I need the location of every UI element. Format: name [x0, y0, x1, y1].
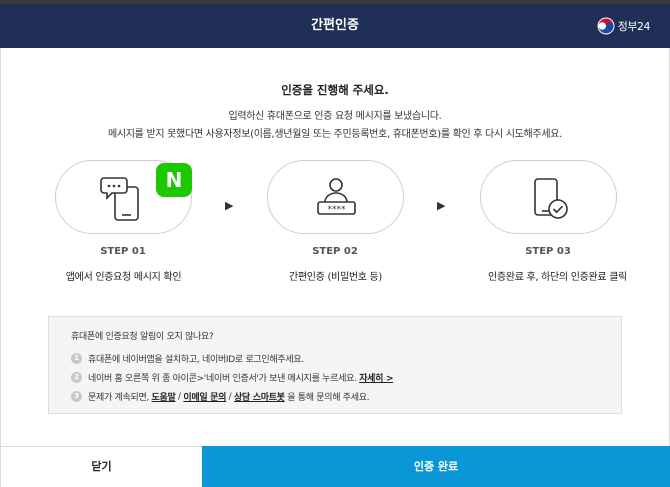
step-2-card: ****	[267, 160, 404, 234]
number-badge: 1	[71, 353, 82, 364]
help-notice-box: 휴대폰에 인증요청 알림이 오지 않나요? 1 휴대폰에 네이버앱을 설치하고,…	[48, 316, 622, 414]
close-button[interactable]: 닫기	[0, 446, 202, 487]
details-link[interactable]: 자세히 >	[359, 371, 393, 384]
notice-item-3: 3 문제가 계속되면, 도움말 / 이메일 문의 / 상담 스마트봇 을 통해 …	[71, 390, 370, 403]
taeguk-icon	[597, 17, 615, 35]
user-password-icon: ****	[317, 178, 356, 215]
step-3-caption: 인증완료 후, 하단의 인증완료 클릭	[488, 272, 627, 283]
naver-badge: N	[156, 163, 192, 197]
notice-title: 휴대폰에 인증요청 알림이 오지 않나요?	[71, 332, 214, 342]
notice-item-text: 문제가 계속되면,	[88, 393, 152, 403]
arrow-icon: ▶	[225, 199, 234, 212]
logo-text: 정부24	[617, 20, 651, 33]
header-bar: 간편인증 정부24	[0, 4, 670, 48]
number-badge: 2	[71, 372, 82, 383]
email-inquiry-link[interactable]: 이메일 문의	[183, 390, 226, 403]
footer-bar: 닫기 인증 완료	[0, 446, 670, 487]
notice-item-2: 2 네이버 홈 오른쪽 위 종 아이콘>'네이버 인증서'가 보낸 메시지를 누…	[71, 371, 394, 384]
auth-complete-button[interactable]: 인증 완료	[202, 446, 670, 487]
smartbot-link[interactable]: 상담 스마트봇	[234, 390, 285, 403]
page-title: 간편인증	[311, 18, 359, 33]
step-1-caption: 앱에서 인증요청 메시지 확인	[65, 272, 182, 283]
notice-item-text: 을 통해 문의해 주세요.	[284, 393, 370, 403]
description-line-1: 입력하신 휴대폰으로 인증 요청 메시지를 보냈습니다.	[228, 111, 442, 122]
separator: /	[226, 391, 234, 402]
arrow-icon: ▶	[437, 199, 446, 212]
notice-item-text: 네이버 홈 오른쪽 위 종 아이콘>'네이버 인증서'가 보낸 메시지를 누르세…	[88, 374, 357, 384]
gov24-logo: 정부24	[597, 16, 651, 36]
step-1-label: STEP 01	[100, 246, 146, 257]
help-link[interactable]: 도움말	[152, 390, 176, 403]
number-badge: 3	[71, 391, 82, 402]
step-3-card	[480, 160, 617, 234]
notice-item-1: 1 휴대폰에 네이버앱을 설치하고, 네이버ID로 로그인해주세요.	[71, 352, 304, 365]
main-heading: 인증을 진행해 주세요.	[281, 83, 389, 97]
step-3-label: STEP 03	[525, 246, 571, 257]
phone-check-icon	[534, 178, 568, 219]
svg-text:****: ****	[328, 205, 347, 215]
description-line-2: 메시지를 받지 못했다면 사용자정보(이름,생년월일 또는 주민등록번호, 휴대…	[107, 129, 563, 140]
notice-item-text: 휴대폰에 네이버앱을 설치하고, 네이버ID로 로그인해주세요.	[88, 355, 304, 365]
step-2-caption: 간편인증 (비밀번호 등)	[288, 272, 383, 283]
separator: /	[175, 391, 184, 402]
step-2-label: STEP 02	[312, 246, 358, 257]
